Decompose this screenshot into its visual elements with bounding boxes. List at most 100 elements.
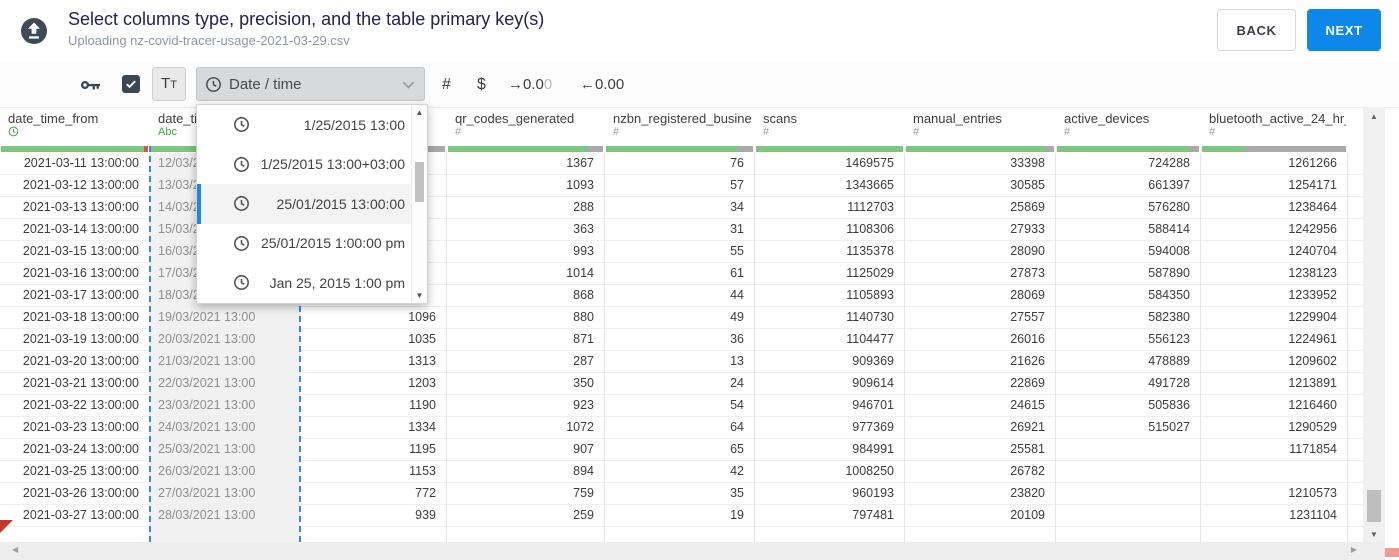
column-header[interactable]: nzbn_registered_busine <box>613 111 753 126</box>
table-cell <box>1056 439 1200 461</box>
currency-type-button[interactable]: $ <box>477 62 486 107</box>
column-header[interactable]: active_devices <box>1064 111 1199 126</box>
date-format-option[interactable]: 25/01/2015 13:00:00 <box>197 184 427 224</box>
table-cell: 25581 <box>905 439 1055 461</box>
table-cell: 2021-03-15 13:00:00 <box>0 241 149 263</box>
column-qr_codes_generated: qr_codes_generated #1367 1093 288 363 993 1014… <box>447 107 605 542</box>
date-format-option[interactable]: Jan 25, 2015 1:00 pm <box>197 263 427 303</box>
scroll-right-icon[interactable]: ▶ <box>1351 545 1357 554</box>
table-cell: 1313 <box>300 351 446 373</box>
clock-icon <box>205 76 222 93</box>
column-header[interactable]: date_time_from <box>8 111 148 126</box>
table-cell: 2021-03-26 13:00:00 <box>0 483 149 505</box>
column-manual_entries: manual_entries #33398 30585 25869 27933 28090… <box>905 107 1056 542</box>
table-cell: 1135378 <box>755 241 904 263</box>
table-cell: 31 <box>605 219 754 241</box>
date-format-label: Jan 25, 2015 1:00 pm <box>269 274 405 291</box>
remove-decimal-button[interactable]: ←0.00 <box>580 62 624 107</box>
clock-icon <box>233 274 250 291</box>
type-select[interactable]: Date / time <box>196 67 425 101</box>
add-decimal-button[interactable]: → 0.0 0 <box>508 62 552 107</box>
table-cell: 880 <box>447 307 604 329</box>
dropdown-scrollbar-thumb[interactable] <box>415 162 424 202</box>
table-cell: 24615 <box>905 395 1055 417</box>
table-cell: 1242956 <box>1201 219 1347 241</box>
table-cell-empty <box>447 527 604 542</box>
table-cell: 259 <box>447 505 604 527</box>
scrollbar-corner-indicator <box>1385 548 1399 557</box>
table-cell: 1290529 <box>1201 417 1347 439</box>
column-type-icon: # <box>1209 126 1216 138</box>
next-button[interactable]: NEXT <box>1307 9 1381 51</box>
table-cell: 1190 <box>300 395 446 417</box>
scroll-left-icon[interactable]: ◀ <box>12 545 18 554</box>
text-type-button[interactable]: TT <box>152 67 186 101</box>
table-cell: 25/03/2021 13:00 <box>150 439 299 461</box>
clock-icon <box>233 195 250 212</box>
back-button[interactable]: BACK <box>1217 9 1296 51</box>
table-cell <box>1348 373 1364 395</box>
vertical-scrollbar[interactable]: ▲ ▼ <box>1363 107 1385 543</box>
column-cells: 76 57 34 31 55 61 44 49 36 13 24 54 64 65 42 35 19 <box>605 153 755 542</box>
table-cell: 1008250 <box>755 461 904 483</box>
table-cell: 1261266 <box>1201 153 1347 175</box>
table-cell-empty <box>0 527 149 542</box>
table-cell: 2021-03-13 13:00:00 <box>0 197 149 219</box>
type-select-value: Date / time <box>229 75 302 93</box>
primary-key-icon[interactable] <box>78 62 102 107</box>
column-header[interactable]: bluetooth_active_24_hr_ <box>1209 111 1346 126</box>
boolean-type-checkbox[interactable] <box>122 75 140 93</box>
column-header[interactable]: manual_entries <box>913 111 1054 126</box>
table-cell: 1104477 <box>755 329 904 351</box>
column-header[interactable]: scans <box>763 111 903 126</box>
table-cell: 587890 <box>1056 263 1200 285</box>
table-cell: 23/03/2021 13:00 <box>150 395 299 417</box>
vertical-scrollbar-thumb[interactable] <box>1367 490 1381 522</box>
table-cell <box>1348 263 1364 285</box>
date-format-option[interactable]: 1/25/2015 13:00+03:00 <box>197 145 427 185</box>
column-type-icon: # <box>1064 126 1071 138</box>
table-cell: 21/03/2021 13:00 <box>150 351 299 373</box>
column-cells: 724288 661397 576280 588414 594008 587890 5843… <box>1056 153 1201 542</box>
table-cell: 1195 <box>300 439 446 461</box>
table-cell: 27873 <box>905 263 1055 285</box>
scroll-down-icon[interactable]: ▼ <box>1363 530 1385 539</box>
table-cell: 1035 <box>300 329 446 351</box>
table-cell: 57 <box>605 175 754 197</box>
table-cell: 1233952 <box>1201 285 1347 307</box>
table-cell: 42 <box>605 461 754 483</box>
scroll-up-icon[interactable]: ▲ <box>1363 112 1385 121</box>
table-cell: 287 <box>447 351 604 373</box>
table-cell: 27933 <box>905 219 1055 241</box>
page-subtitle: Uploading nz-covid-tracer-usage-2021-03-… <box>68 33 350 48</box>
table-cell: 2021-03-24 13:00:00 <box>0 439 149 461</box>
table-cell: 909369 <box>755 351 904 373</box>
column-type-icon <box>8 126 19 140</box>
table-cell <box>1348 175 1364 197</box>
column-type-icon: # <box>913 126 920 138</box>
scroll-up-icon[interactable]: ▲ <box>412 108 427 117</box>
chevron-down-icon <box>401 77 416 92</box>
number-type-button[interactable]: # <box>442 62 451 107</box>
table-cell: 61 <box>605 263 754 285</box>
table-cell: 1213891 <box>1201 373 1347 395</box>
date-format-option[interactable]: 25/01/2015 1:00:00 pm <box>197 224 427 264</box>
column-header[interactable]: qr_codes_generated <box>455 111 603 126</box>
table-cell-empty <box>605 527 754 542</box>
table-cell: 64 <box>605 417 754 439</box>
table-cell: 1240704 <box>1201 241 1347 263</box>
table-cell: 491728 <box>1056 373 1200 395</box>
table-cell: 1216460 <box>1201 395 1347 417</box>
table-cell: 1112703 <box>755 197 904 219</box>
scroll-down-icon[interactable]: ▼ <box>412 291 427 300</box>
checkmark-icon <box>126 80 136 89</box>
table-cell: 923 <box>447 395 604 417</box>
dropdown-scrollbar[interactable]: ▲ ▼ <box>411 105 427 303</box>
table-cell: 25869 <box>905 197 1055 219</box>
table-cell: 724288 <box>1056 153 1200 175</box>
column-cells <box>1348 153 1364 542</box>
horizontal-scrollbar[interactable]: ◀ ▶ <box>0 542 1385 560</box>
upload-icon <box>19 16 49 46</box>
table-cell: 1125029 <box>755 263 904 285</box>
date-format-option[interactable]: 1/25/2015 13:00 <box>197 105 427 145</box>
